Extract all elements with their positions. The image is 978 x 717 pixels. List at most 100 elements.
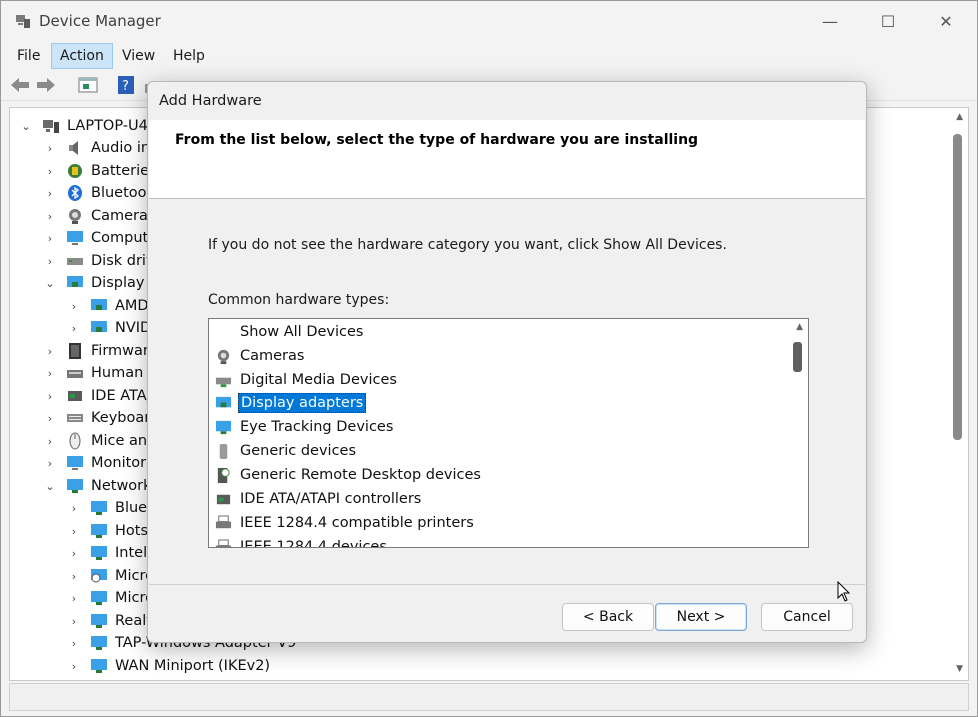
close-button[interactable]: ✕	[923, 7, 969, 35]
ide-icon	[216, 494, 231, 504]
network-icon	[91, 659, 107, 673]
status-bar	[9, 683, 969, 711]
tree-item-network-child[interactable]: › Intel(	[68, 542, 153, 564]
menu-action[interactable]: Action	[51, 43, 113, 69]
help-button[interactable]: ?	[115, 74, 137, 96]
tree-item-computer[interactable]: › Compute	[44, 227, 157, 249]
printer-icon	[215, 514, 232, 528]
tree-item-label: NVID	[115, 320, 152, 336]
chevron-right-icon: ›	[71, 591, 77, 605]
dialog-title: Add Hardware	[159, 93, 262, 109]
tree-item-display-adapters[interactable]: ⌄ Display a	[44, 272, 158, 294]
maximize-icon: ☐	[880, 11, 896, 31]
computer-icon	[43, 120, 59, 133]
chevron-down-icon[interactable]: ⌄	[44, 480, 56, 493]
back-arrow-icon	[11, 78, 29, 92]
forward-arrow-icon	[37, 78, 55, 92]
tree-item-nvidia[interactable]: › NVID	[68, 317, 151, 339]
list-item-show-all[interactable]: Show All Devices	[215, 321, 365, 343]
help-icon: ?	[118, 76, 134, 94]
chevron-right-icon[interactable]: ›	[44, 367, 56, 380]
menu-view[interactable]: View	[114, 43, 163, 69]
forward-arrow-button[interactable]	[35, 74, 57, 96]
list-item-ide[interactable]: IDE ATA/ATAPI controllers	[215, 488, 423, 510]
tree-item-firmware[interactable]: › Firmware	[44, 340, 157, 362]
tree-item-batteries[interactable]: › Batteries	[44, 160, 157, 182]
list-scroll-up-icon[interactable]: ▲	[796, 322, 803, 332]
tree-item-amd[interactable]: › AMD	[68, 295, 149, 317]
network-icon	[91, 591, 107, 605]
list-item-label: Display adapters	[238, 393, 367, 413]
list-item-label: Cameras	[240, 348, 305, 364]
tree-item-ide[interactable]: › IDE ATA/A	[44, 385, 162, 407]
chevron-right-icon[interactable]: ›	[44, 165, 56, 178]
tree-item-keyboards[interactable]: › Keyboard	[44, 407, 159, 429]
list-item-digital-media[interactable]: Digital Media Devices	[215, 369, 399, 391]
list-item-eye-tracking[interactable]: Eye Tracking Devices	[215, 416, 395, 438]
list-item-cameras[interactable]: Cameras	[215, 345, 306, 367]
add-hardware-dialog: Add Hardware From the list below, select…	[147, 81, 867, 643]
dialog-separator	[149, 584, 865, 585]
list-scrollbar-thumb[interactable]	[793, 342, 802, 372]
maximize-button[interactable]: ☐	[865, 7, 911, 35]
monitor-icon	[67, 456, 83, 470]
tree-root[interactable]: ⌄ LAPTOP-U47I	[20, 115, 161, 137]
chevron-right-icon[interactable]: ›	[44, 457, 56, 470]
computer-icon	[67, 231, 83, 245]
list-item-remote-desktop[interactable]: Generic Remote Desktop devices	[215, 464, 483, 486]
list-item-generic-devices[interactable]: Generic devices	[215, 440, 358, 462]
menu-help[interactable]: Help	[165, 43, 213, 69]
tree-item-network-child[interactable]: › WAN Miniport (IKEv2)	[68, 655, 270, 677]
chevron-down-icon[interactable]: ⌄	[44, 277, 56, 290]
list-item-label: IEEE 1284.4 devices	[240, 539, 387, 548]
chevron-right-icon[interactable]: ›	[44, 232, 56, 245]
tree-item-bluetooth[interactable]: › Bluetooth	[44, 182, 161, 204]
list-item-ieee-devices[interactable]: IEEE 1284.4 devices	[215, 536, 389, 548]
chevron-right-icon[interactable]: ›	[44, 210, 56, 223]
tree-item-label: WAN Miniport (IKEv2)	[115, 658, 271, 674]
minimize-button[interactable]: —	[807, 7, 853, 35]
cancel-button[interactable]: Cancel	[761, 603, 853, 631]
device-manager-window: Device Manager — ☐ ✕ File Action View He…	[0, 0, 978, 717]
list-item-ieee-printers[interactable]: IEEE 1284.4 compatible printers	[215, 512, 476, 534]
tree-scrollbar-thumb[interactable]	[953, 134, 962, 440]
tree-item-mice[interactable]: › Mice and	[44, 430, 156, 452]
chevron-right-icon[interactable]: ›	[44, 390, 56, 403]
scroll-down-icon[interactable]: ▼	[956, 664, 963, 674]
menu-file[interactable]: File	[9, 43, 48, 69]
tree-item-disk-drives[interactable]: › Disk drive	[44, 250, 164, 272]
list-item-display-adapters[interactable]: Display adapters	[215, 392, 367, 414]
svg-text:?: ?	[122, 79, 129, 94]
tree-item-cameras[interactable]: › Cameras	[44, 205, 155, 227]
tree-item-hid[interactable]: › Human In	[44, 362, 162, 384]
printer-icon	[215, 538, 232, 547]
chevron-right-icon[interactable]: ›	[44, 435, 56, 448]
properties-button[interactable]	[77, 74, 99, 96]
display-icon	[215, 396, 232, 407]
tree-item-network-child[interactable]: › Micro	[68, 565, 154, 587]
tree-item-network-child[interactable]: › Micro	[68, 587, 154, 609]
scroll-up-icon[interactable]: ▲	[956, 112, 963, 122]
chevron-right-icon[interactable]: ›	[44, 412, 56, 425]
firmware-icon	[69, 343, 81, 359]
tree-item-network[interactable]: ⌄ Network	[44, 475, 152, 497]
tree-item-network-child[interactable]: › Hotsp	[68, 520, 157, 542]
chevron-right-icon[interactable]: ›	[44, 255, 56, 268]
list-item-label: Digital Media Devices	[240, 372, 397, 388]
chevron-down-icon[interactable]: ⌄	[20, 120, 32, 133]
chevron-right-icon[interactable]: ›	[44, 345, 56, 358]
media-device-icon	[215, 377, 232, 387]
tree-item-label: Network	[91, 478, 152, 494]
chevron-right-icon[interactable]: ›	[44, 187, 56, 200]
back-button[interactable]: < Back	[562, 603, 654, 631]
hardware-type-list[interactable]: Show All Devices Cameras Digital Media D…	[208, 318, 809, 548]
tree-item-audio[interactable]: › Audio inp	[44, 137, 159, 159]
tree-item-label: Cameras	[91, 208, 156, 224]
chevron-right-icon: ›	[71, 546, 77, 560]
tree-item-monitors[interactable]: › Monitors	[44, 452, 154, 474]
back-arrow-button[interactable]	[9, 74, 31, 96]
chevron-right-icon[interactable]: ›	[44, 142, 56, 155]
next-button[interactable]: Next >	[655, 603, 747, 631]
battery-icon	[68, 164, 82, 178]
chevron-right-icon: ›	[71, 501, 77, 515]
